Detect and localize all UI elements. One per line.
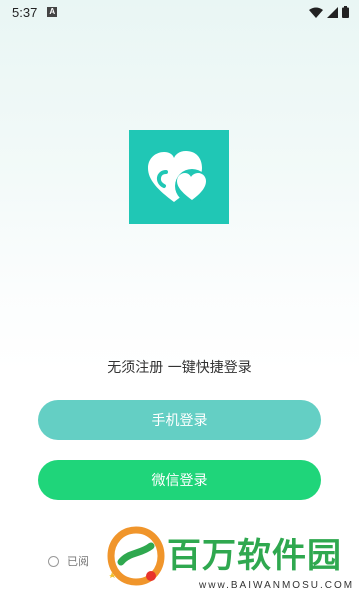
notification-app-icon: A <box>47 7 58 17</box>
status-bar: 5:37 A <box>0 0 359 24</box>
wechat-login-button[interactable]: 微信登录 <box>38 460 321 500</box>
wifi-icon <box>309 7 323 18</box>
status-icons <box>309 6 349 18</box>
watermark-logo-icon <box>107 526 165 586</box>
login-screen: 5:37 A 无须注册 一键快捷登录 手机登录 微信登录 已阅 百万软件园 ww… <box>0 0 359 599</box>
agreement-text: 已阅 <box>67 555 89 568</box>
watermark-url: www.BAIWANMOSU.COM <box>199 580 355 591</box>
agreement-radio[interactable] <box>48 555 59 567</box>
agreement-row: 已阅 <box>48 553 89 569</box>
hearts-logo-icon <box>148 151 209 203</box>
watermark: 百万软件园 www.BAIWANMOSU.COM <box>103 520 359 599</box>
phone-login-button[interactable]: 手机登录 <box>38 400 321 440</box>
app-logo <box>129 130 229 224</box>
battery-icon <box>342 6 349 18</box>
login-tagline: 无须注册 一键快捷登录 <box>107 360 252 376</box>
signal-icon <box>327 6 338 18</box>
status-time: 5:37 <box>12 4 38 20</box>
watermark-title: 百万软件园 <box>167 536 342 576</box>
